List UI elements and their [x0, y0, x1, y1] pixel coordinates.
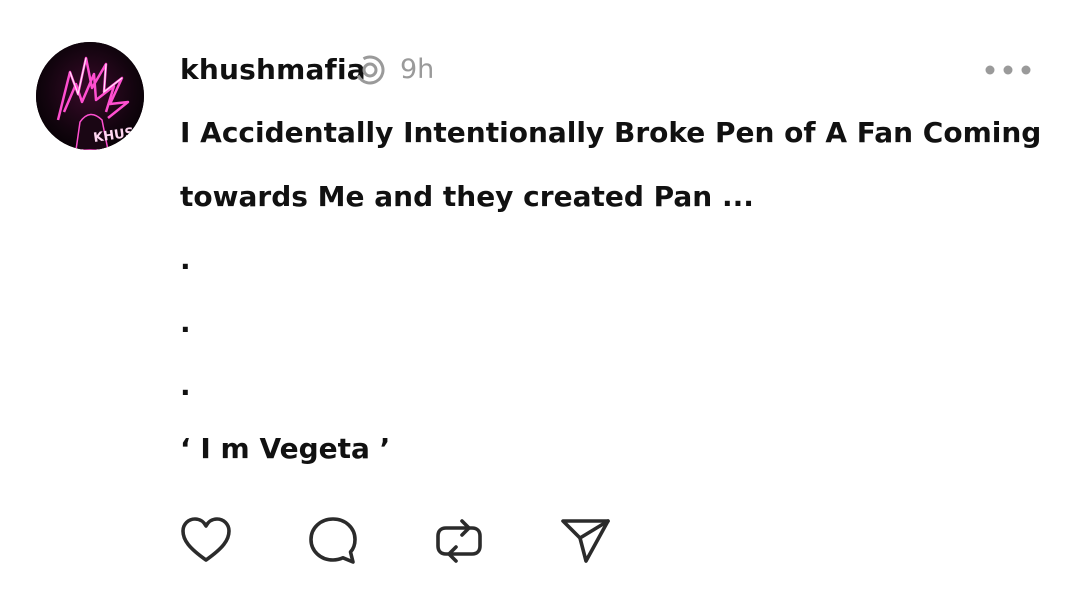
send-icon[interactable] [559, 514, 613, 568]
author-username[interactable]: khushmafia [180, 50, 366, 90]
more-options-icon[interactable] [982, 60, 1034, 80]
avatar[interactable]: KHUSH [36, 42, 144, 150]
comment-icon[interactable] [306, 514, 360, 568]
heart-icon[interactable] [179, 514, 233, 568]
post-text-line: . [180, 243, 191, 276]
thread-activity-icon [355, 55, 385, 85]
repost-icon[interactable] [432, 514, 486, 568]
post-text-line: . [180, 306, 191, 339]
post-text-line: I Accidentally Intentionally Broke Pen o… [180, 116, 1042, 149]
post-text-line: ‘ I m Vegeta ’ [180, 432, 391, 465]
post-text-line: . [180, 369, 191, 402]
avatar-image: KHUSH [36, 42, 144, 150]
post-timestamp: 9h [400, 54, 435, 85]
post-text-line: towards Me and they created Pan ... [180, 180, 754, 213]
